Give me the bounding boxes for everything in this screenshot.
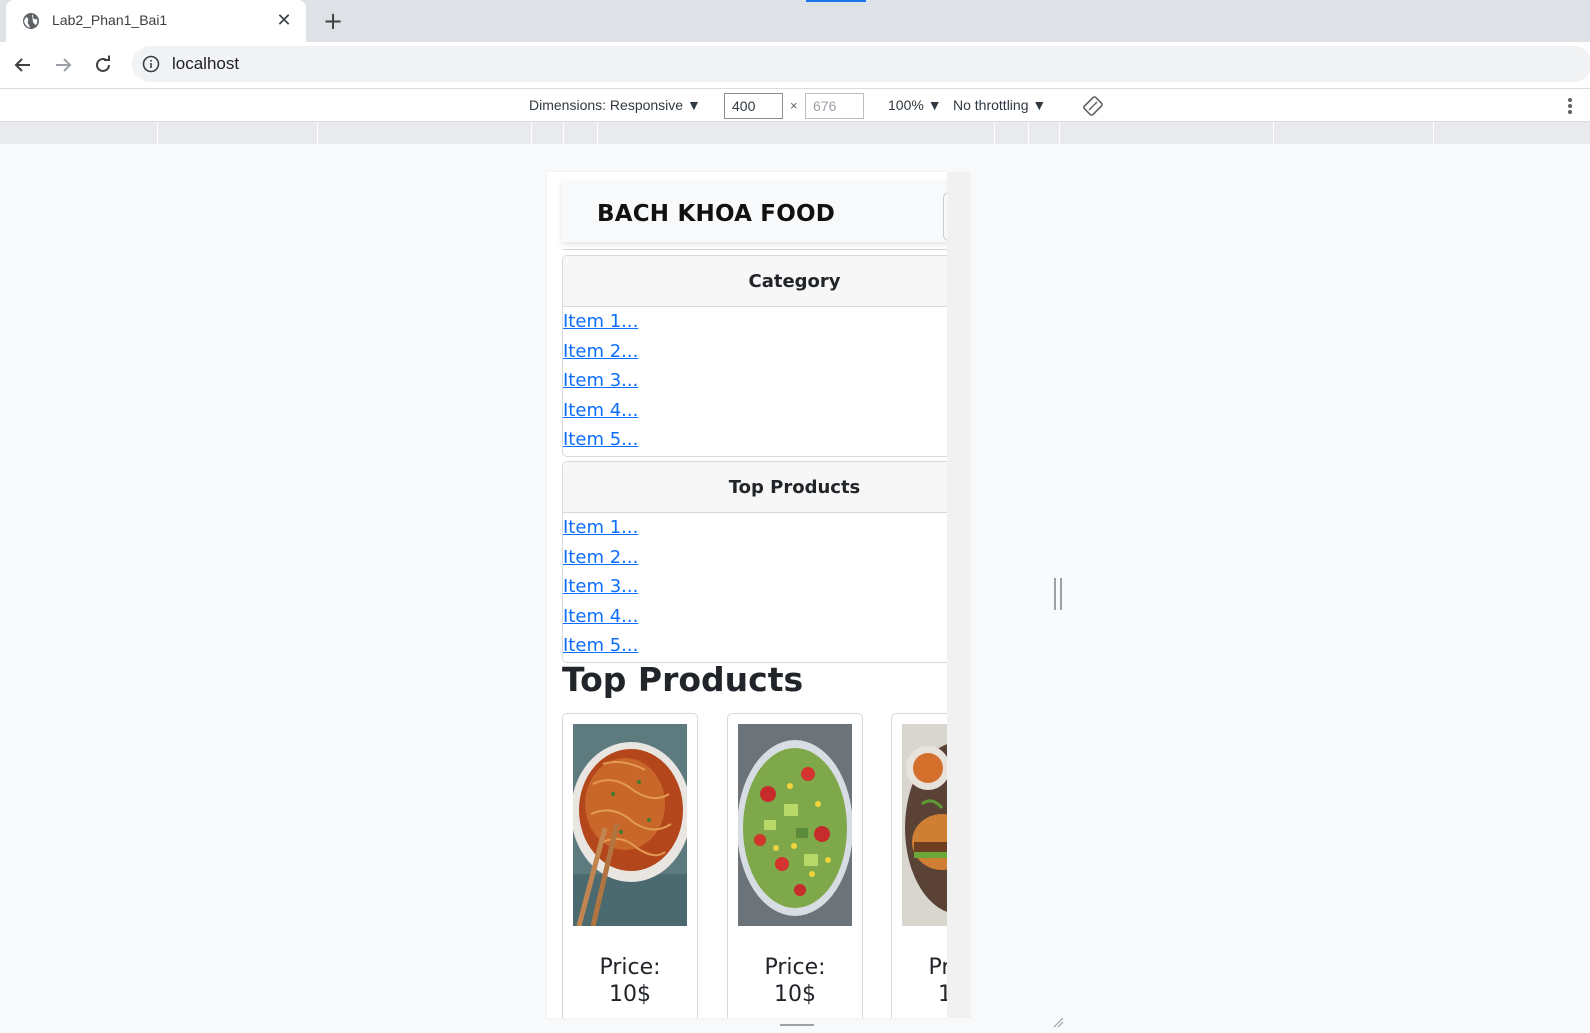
list-item: Item 1... bbox=[563, 513, 947, 543]
list-item: Item 4... bbox=[563, 396, 947, 426]
forward-button[interactable] bbox=[48, 50, 78, 80]
url-text: localhost bbox=[172, 54, 240, 73]
category-list: Item 1... Item 2... Item 3... Item 4... … bbox=[563, 307, 947, 455]
price-value: 10$ bbox=[938, 982, 947, 1007]
dimensions-dropdown[interactable]: Dimensions: Responsive ▼ bbox=[529, 97, 701, 113]
top-product-link[interactable]: Item 5... bbox=[563, 635, 638, 656]
media-query-segment[interactable] bbox=[1433, 122, 1434, 144]
product-card[interactable]: Price: 10$ bbox=[727, 713, 863, 1018]
media-query-segment[interactable] bbox=[597, 122, 598, 144]
list-item: Item 2... bbox=[563, 337, 947, 367]
throttling-dropdown[interactable]: No throttling ▼ bbox=[953, 97, 1046, 113]
list-item: Item 3... bbox=[563, 366, 947, 396]
category-link[interactable]: Item 3... bbox=[563, 370, 638, 391]
tab-title: Lab2_Phan1_Bai1 bbox=[52, 12, 168, 28]
section-title: Top Products bbox=[562, 660, 804, 699]
browser-tab[interactable]: Lab2_Phan1_Bai1 ✕ bbox=[6, 0, 306, 42]
media-query-bar[interactable] bbox=[0, 122, 1590, 144]
brand-logo[interactable]: BACH KHOA FOOD bbox=[597, 201, 835, 227]
price-label: Price: bbox=[764, 955, 826, 980]
top-product-link[interactable]: Item 2... bbox=[563, 547, 638, 568]
top-products-card-title: Top Products bbox=[563, 462, 947, 513]
product-card[interactable]: Price: 10$ bbox=[891, 713, 947, 1018]
media-query-segment[interactable] bbox=[1028, 122, 1029, 144]
times-sign: × bbox=[790, 98, 798, 113]
tab-strip: Lab2_Phan1_Bai1 ✕ + bbox=[0, 0, 1590, 42]
price-label: Price: bbox=[599, 955, 661, 980]
category-link[interactable]: Item 4... bbox=[563, 400, 638, 421]
media-query-segment[interactable] bbox=[1059, 122, 1060, 144]
more-options-icon[interactable] bbox=[1565, 95, 1575, 117]
reload-button[interactable] bbox=[88, 50, 118, 80]
device-stage: BACH KHOA FOOD Category Item 1... Item 2… bbox=[0, 144, 1590, 1033]
address-bar[interactable]: localhost bbox=[132, 46, 1590, 82]
device-toolbar: Dimensions: Responsive ▼ 400 × 676 100% … bbox=[0, 88, 1590, 122]
list-item: Item 4... bbox=[563, 602, 947, 632]
category-link[interactable]: Item 1... bbox=[563, 311, 638, 332]
price-label: Price: bbox=[928, 955, 947, 980]
emulated-viewport: BACH KHOA FOOD Category Item 1... Item 2… bbox=[547, 172, 947, 1018]
resize-handle-bottom[interactable] bbox=[780, 1024, 814, 1026]
product-price: Price: 10$ bbox=[563, 954, 697, 1008]
navbar: BACH KHOA FOOD bbox=[562, 182, 947, 242]
product-card[interactable]: Price: 10$ bbox=[562, 713, 698, 1018]
close-tab-icon[interactable]: ✕ bbox=[274, 11, 294, 31]
top-product-link[interactable]: Item 4... bbox=[563, 606, 638, 627]
noodles-image bbox=[573, 724, 687, 926]
burger-image bbox=[902, 724, 947, 926]
zoom-dropdown[interactable]: 100% ▼ bbox=[888, 97, 942, 113]
category-link[interactable]: Item 5... bbox=[563, 429, 638, 450]
width-input[interactable]: 400 bbox=[724, 93, 783, 119]
list-item: Item 5... bbox=[563, 425, 947, 455]
back-arrow-icon bbox=[14, 58, 30, 72]
loading-indicator bbox=[806, 0, 866, 2]
list-item: Item 1... bbox=[563, 307, 947, 337]
info-icon[interactable] bbox=[142, 55, 160, 73]
list-item: Item 3... bbox=[563, 572, 947, 602]
new-tab-button[interactable]: + bbox=[320, 8, 346, 34]
category-link[interactable]: Item 2... bbox=[563, 341, 638, 362]
price-value: 10$ bbox=[774, 982, 816, 1007]
height-input[interactable]: 676 bbox=[805, 93, 864, 119]
product-price: Price: 10$ bbox=[892, 954, 947, 1008]
top-products-list: Item 1... Item 2... Item 3... Item 4... … bbox=[563, 513, 947, 661]
divider bbox=[562, 249, 947, 250]
category-card-title: Category bbox=[563, 256, 947, 307]
media-query-segment[interactable] bbox=[563, 122, 564, 144]
top-product-link[interactable]: Item 1... bbox=[563, 517, 638, 538]
media-query-segment[interactable] bbox=[317, 122, 318, 144]
reload-icon bbox=[96, 55, 110, 72]
salad-image bbox=[738, 724, 852, 926]
media-query-segment[interactable] bbox=[1273, 122, 1274, 144]
viewport-scrollbar[interactable] bbox=[947, 172, 971, 1018]
media-query-segment[interactable] bbox=[531, 122, 532, 144]
rotate-icon[interactable] bbox=[1083, 96, 1103, 116]
resize-handle-right[interactable] bbox=[1054, 578, 1062, 610]
top-product-link[interactable]: Item 3... bbox=[563, 576, 638, 597]
price-value: 10$ bbox=[609, 982, 651, 1007]
list-item: Item 5... bbox=[563, 631, 947, 661]
forward-arrow-icon bbox=[56, 58, 72, 72]
media-query-segment[interactable] bbox=[994, 122, 995, 144]
resize-corner-icon[interactable] bbox=[1052, 1016, 1064, 1028]
list-item: Item 2... bbox=[563, 543, 947, 573]
browser-toolbar: localhost bbox=[0, 42, 1590, 88]
top-products-card: Top Products Item 1... Item 2... Item 3.… bbox=[562, 461, 947, 663]
globe-icon bbox=[23, 13, 39, 29]
product-price: Price: 10$ bbox=[728, 954, 862, 1008]
back-button[interactable] bbox=[8, 50, 38, 80]
category-card: Category Item 1... Item 2... Item 3... I… bbox=[562, 255, 947, 457]
media-query-segment[interactable] bbox=[157, 122, 158, 144]
